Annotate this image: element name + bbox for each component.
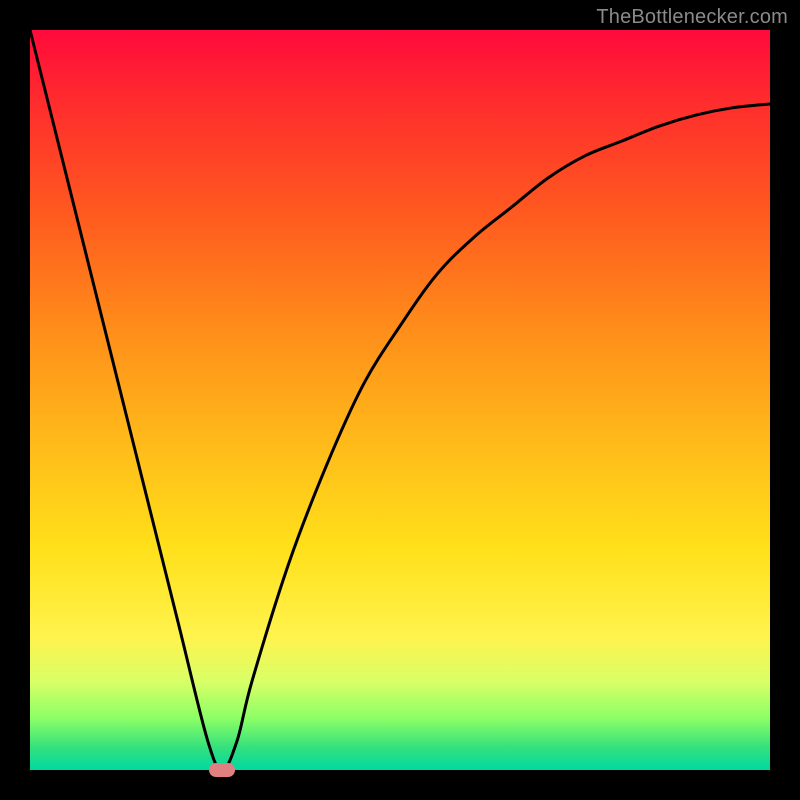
curve-svg (30, 30, 770, 770)
plot-area (30, 30, 770, 770)
attribution-text: TheBottlenecker.com (596, 6, 788, 29)
optimal-marker (209, 763, 235, 777)
bottleneck-curve (30, 30, 770, 770)
chart-container: TheBottlenecker.com (0, 0, 800, 800)
